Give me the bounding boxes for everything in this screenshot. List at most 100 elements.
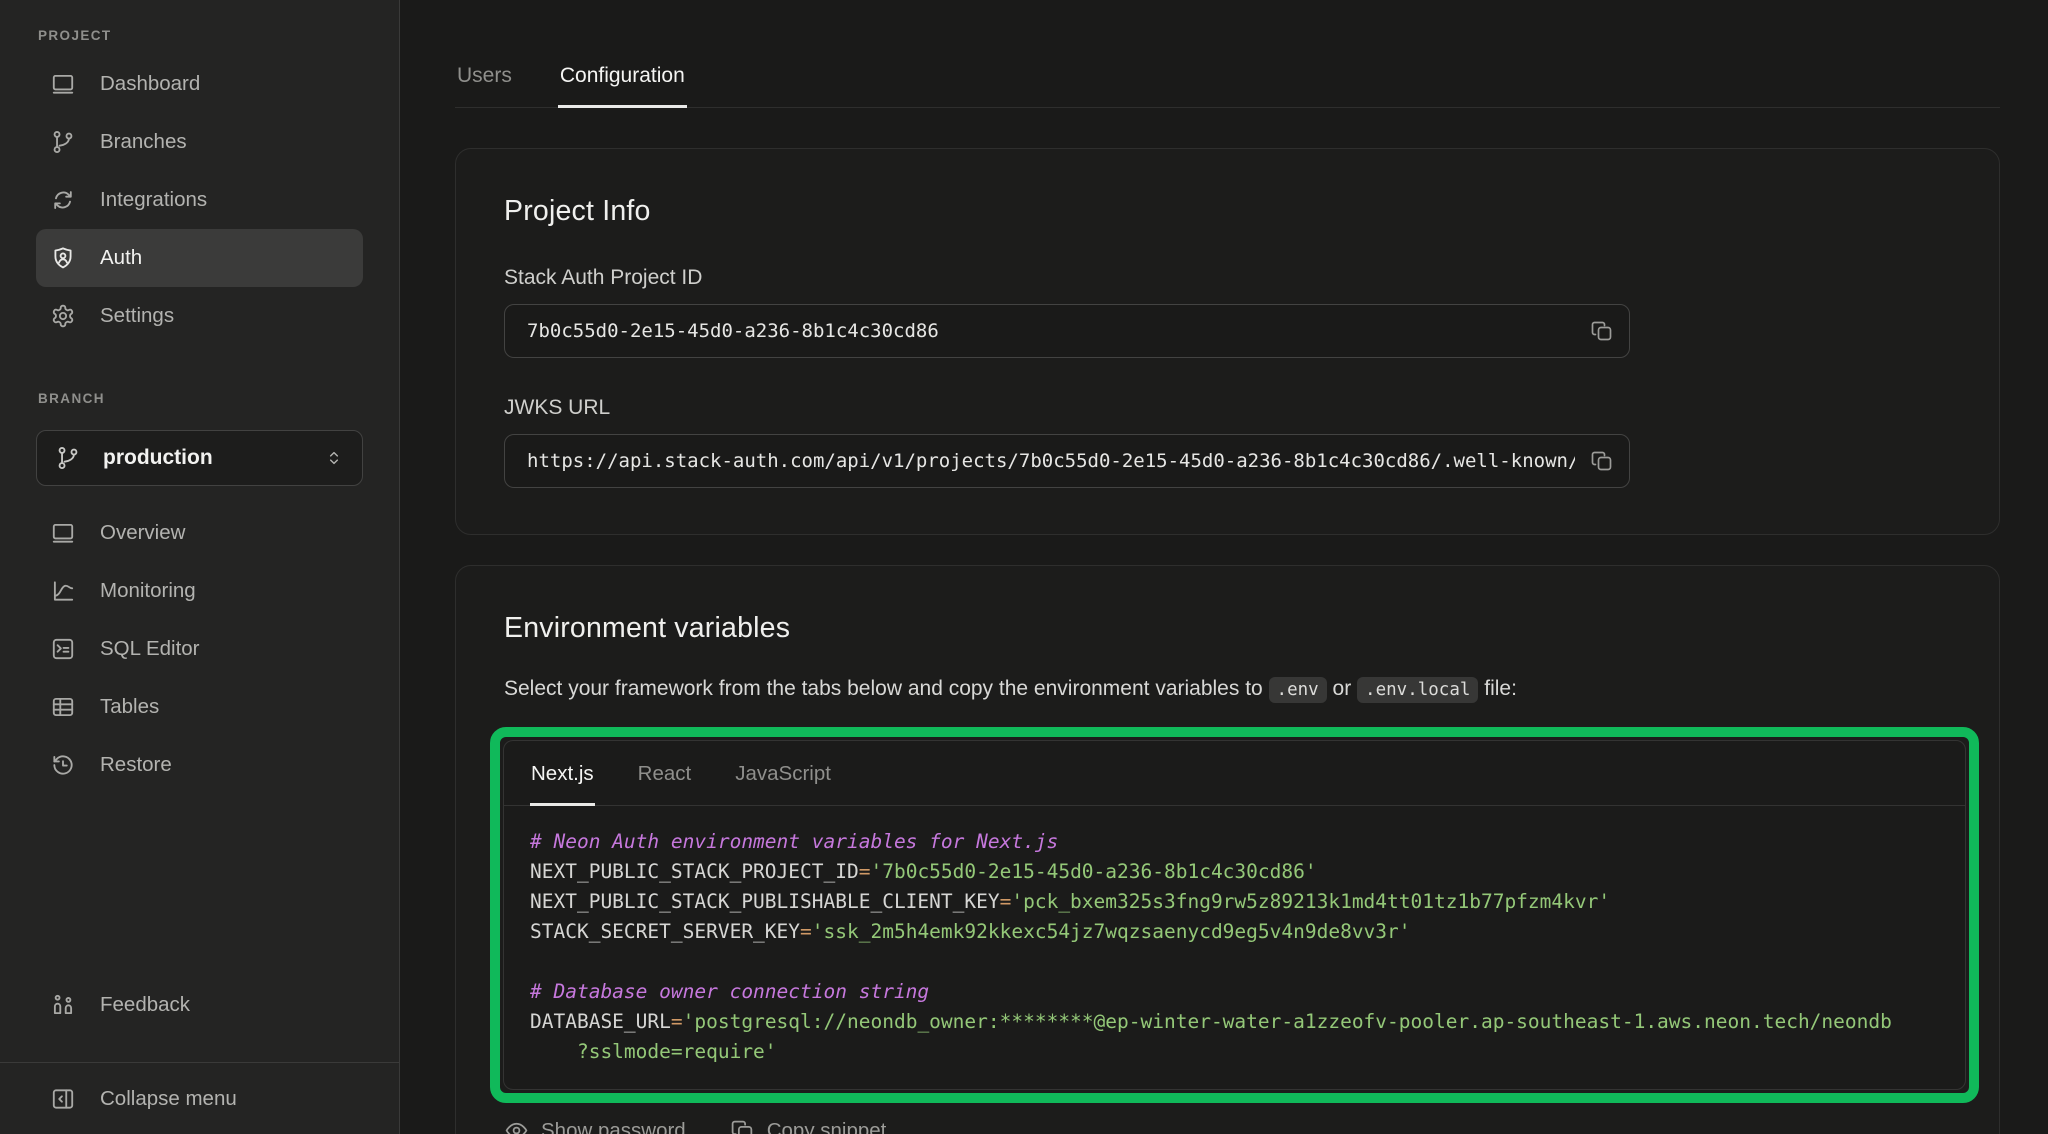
code-line: NEXT_PUBLIC_STACK_PUBLISHABLE_CLIENT_KEY… <box>530 887 1939 917</box>
code-string: '7b0c55d0-2e15-45d0-a236-8b1c4c30cd86' <box>870 860 1316 883</box>
desc-text: or <box>1327 677 1357 700</box>
sidebar-item-label: Monitoring <box>100 579 196 603</box>
project-info-card: Project Info Stack Auth Project ID 7b0c5… <box>455 148 2000 535</box>
code-string: 'postgresql://neondb_owner:********@ep-w… <box>683 1010 1892 1033</box>
code-var: NEXT_PUBLIC_STACK_PUBLISHABLE_CLIENT_KEY <box>530 890 1000 913</box>
gear-icon <box>50 303 76 329</box>
stack-auth-project-id-field[interactable]: 7b0c55d0-2e15-45d0-a236-8b1c4c30cd86 <box>504 304 1630 358</box>
project-nav-group: Dashboard Branches Integrations Auth Set… <box>0 55 399 345</box>
snippet-actions: Show password Copy snippet <box>504 1118 1951 1134</box>
page-tabs: Users Configuration <box>455 64 2000 108</box>
sidebar-item-restore[interactable]: Restore <box>36 736 363 794</box>
copy-icon <box>1590 319 1614 343</box>
sidebar-item-monitoring[interactable]: Monitoring <box>36 562 363 620</box>
sidebar-item-label: Restore <box>100 753 172 777</box>
show-password-button[interactable]: Show password <box>504 1118 686 1134</box>
desc-text: file: <box>1478 677 1517 700</box>
copy-icon <box>1590 449 1614 473</box>
code-comment: # Database owner connection string <box>530 980 929 1003</box>
code-operator: = <box>1000 890 1012 913</box>
tab-configuration[interactable]: Configuration <box>558 64 687 108</box>
code-line: NEXT_PUBLIC_STACK_PROJECT_ID='7b0c55d0-2… <box>530 857 1939 887</box>
environment-variables-title: Environment variables <box>504 612 1951 645</box>
sidebar-item-label: Feedback <box>100 993 190 1017</box>
panel-collapse-left-icon <box>50 1086 76 1112</box>
env-code-block[interactable]: # Neon Auth environment variables for Ne… <box>504 806 1965 1089</box>
copy-jwks-url-button[interactable] <box>1587 446 1617 476</box>
tab-nextjs[interactable]: Next.js <box>530 741 595 806</box>
annotation-highlight-box: Next.js React JavaScript # Neon Auth env… <box>490 727 1979 1103</box>
code-var: STACK_SECRET_SERVER_KEY <box>530 920 800 943</box>
sidebar: PROJECT Dashboard Branches Integrations … <box>0 0 400 1134</box>
tab-users[interactable]: Users <box>455 64 514 108</box>
code-operator: = <box>800 920 812 943</box>
collapse-menu-row: Collapse menu <box>0 1062 399 1134</box>
monitoring-chart-icon <box>50 578 76 604</box>
code-line-blank <box>530 947 1939 977</box>
feedback-group: Feedback <box>0 976 399 1034</box>
sidebar-spacer <box>0 794 399 976</box>
sidebar-item-settings[interactable]: Settings <box>36 287 363 345</box>
sidebar-item-auth[interactable]: Auth <box>36 229 363 287</box>
sidebar-item-label: Settings <box>100 304 174 328</box>
env-file-chip: .env <box>1269 677 1327 703</box>
branch-section-label: BRANCH <box>38 391 399 406</box>
sidebar-item-label: Dashboard <box>100 72 200 96</box>
framework-tabs: Next.js React JavaScript <box>504 741 1965 806</box>
code-operator: = <box>671 1010 683 1033</box>
copy-snippet-label: Copy snippet <box>767 1119 887 1134</box>
table-grid-icon <box>50 694 76 720</box>
code-line: STACK_SECRET_SERVER_KEY='ssk_2m5h4emk92k… <box>530 917 1939 947</box>
sidebar-item-sql-editor[interactable]: SQL Editor <box>36 620 363 678</box>
branch-selector[interactable]: production <box>36 430 363 486</box>
sql-terminal-icon <box>50 636 76 662</box>
code-line: # Database owner connection string <box>530 977 1939 1007</box>
copy-snippet-button[interactable]: Copy snippet <box>730 1118 887 1134</box>
jwks-url-value: https://api.stack-auth.com/api/v1/projec… <box>527 450 1575 472</box>
feedback-people-icon <box>50 992 76 1018</box>
sidebar-item-label: Auth <box>100 246 142 270</box>
env-snippet-panel: Next.js React JavaScript # Neon Auth env… <box>503 740 1966 1090</box>
code-string: 'ssk_2m5h4emk92kkexc54jz7wqzsaenycd9eg5v… <box>812 920 1411 943</box>
sidebar-item-tables[interactable]: Tables <box>36 678 363 736</box>
jwks-url-field[interactable]: https://api.stack-auth.com/api/v1/projec… <box>504 434 1630 488</box>
sidebar-item-integrations[interactable]: Integrations <box>36 171 363 229</box>
history-clock-icon <box>50 752 76 778</box>
eye-icon <box>504 1118 529 1134</box>
collapse-menu-button[interactable]: Collapse menu <box>50 1086 237 1112</box>
copy-project-id-button[interactable] <box>1587 316 1617 346</box>
tab-javascript[interactable]: JavaScript <box>734 741 832 806</box>
app-window: PROJECT Dashboard Branches Integrations … <box>0 0 2048 1134</box>
environment-variables-card: Environment variables Select your framew… <box>455 565 2000 1134</box>
env-local-file-chip: .env.local <box>1357 677 1478 703</box>
sidebar-item-branches[interactable]: Branches <box>36 113 363 171</box>
sidebar-item-label: SQL Editor <box>100 637 200 661</box>
sidebar-item-dashboard[interactable]: Dashboard <box>36 55 363 113</box>
collapse-menu-label: Collapse menu <box>100 1087 237 1111</box>
code-string: ?sslmode=require' <box>530 1040 777 1063</box>
code-string: 'pck_bxem325s3fng9rw5z89213k1md4tt01tz1b… <box>1011 890 1610 913</box>
tab-react[interactable]: React <box>637 741 693 806</box>
code-line: # Neon Auth environment variables for Ne… <box>530 827 1939 857</box>
stack-auth-project-id-value: 7b0c55d0-2e15-45d0-a236-8b1c4c30cd86 <box>527 320 1575 342</box>
project-info-title: Project Info <box>504 195 1951 228</box>
sidebar-item-label: Branches <box>100 130 187 154</box>
sidebar-item-feedback[interactable]: Feedback <box>36 976 363 1034</box>
integrations-icon <box>50 187 76 213</box>
project-section-label: PROJECT <box>38 28 399 43</box>
sidebar-item-label: Integrations <box>100 188 207 212</box>
stack-auth-project-id-label: Stack Auth Project ID <box>504 266 1951 290</box>
sidebar-item-label: Overview <box>100 521 185 545</box>
sidebar-item-overview[interactable]: Overview <box>36 504 363 562</box>
sidebar-item-label: Tables <box>100 695 159 719</box>
jwks-url-label: JWKS URL <box>504 396 1951 420</box>
dashboard-icon <box>50 71 76 97</box>
environment-variables-description: Select your framework from the tabs belo… <box>504 677 1951 701</box>
code-comment: # Neon Auth environment variables for Ne… <box>530 830 1058 853</box>
code-line: ?sslmode=require' <box>530 1037 1939 1067</box>
code-line: DATABASE_URL='postgresql://neondb_owner:… <box>530 1007 1939 1037</box>
desc-text: Select your framework from the tabs belo… <box>504 677 1269 700</box>
git-branch-icon <box>55 445 81 471</box>
main-content: Users Configuration Project Info Stack A… <box>400 0 2048 1134</box>
up-down-chevrons-icon <box>324 448 344 468</box>
